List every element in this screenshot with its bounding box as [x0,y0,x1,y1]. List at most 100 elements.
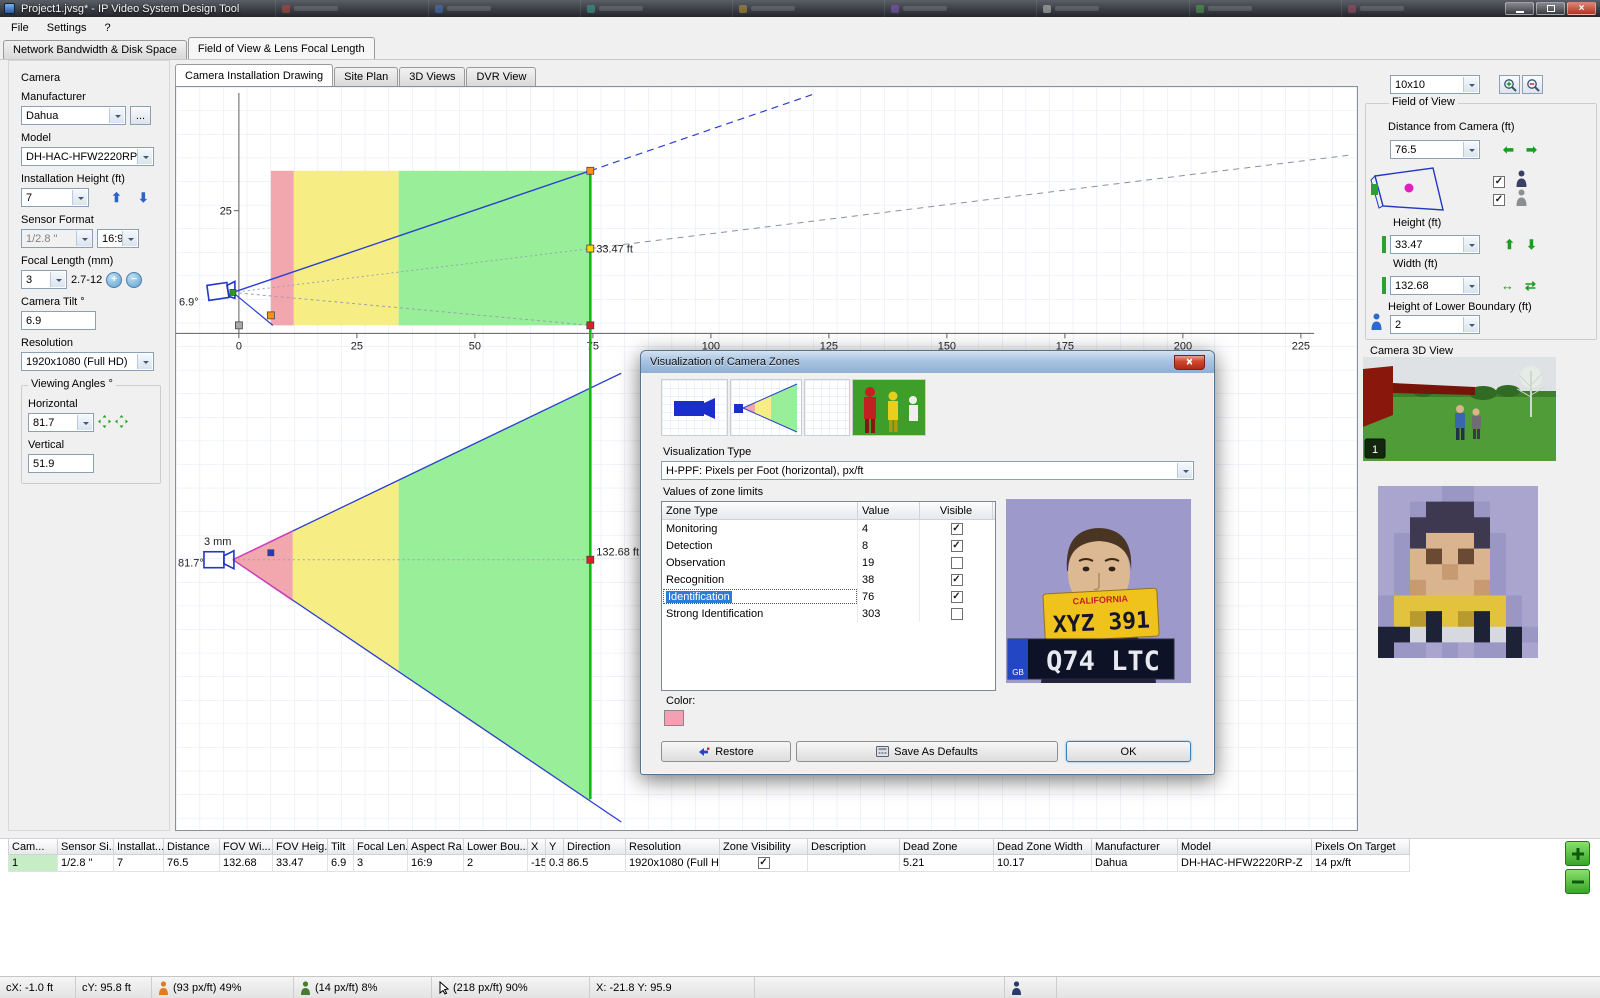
camera-tilt-input[interactable]: 6.9 [21,311,96,330]
drawing-tab[interactable]: 3D Views [399,67,465,86]
column-header[interactable]: Dead Zone [900,838,994,855]
column-value[interactable]: Value [858,502,920,519]
zoom-in-button[interactable] [1499,75,1520,94]
camera-zones-preview[interactable] [730,379,802,436]
resolution-select[interactable]: 1920x1080 (Full HD) [21,352,154,371]
focal-length-select[interactable]: 3 [21,270,67,289]
widen-width-icon[interactable]: ⇄ [1525,279,1536,292]
add-camera-button[interactable] [1565,841,1590,866]
save-as-defaults-button[interactable]: Save As Defaults [796,741,1058,762]
app-tab[interactable]: Field of View & Lens Focal Length [188,37,375,59]
increase-distance-icon[interactable]: ➡ [1526,143,1537,156]
vertical-angle-input[interactable]: 51.9 [28,454,94,473]
column-header[interactable]: Installat... [114,838,164,855]
show-person-2-checkbox[interactable] [1493,194,1505,206]
horizontal-angle-select[interactable]: 81.7 [28,413,94,432]
column-header[interactable]: FOV Wi... [220,838,273,855]
background-window-tab[interactable] [1036,0,1188,17]
zone-row[interactable]: Identification76 [662,588,995,605]
minimize-button[interactable] [1505,2,1534,15]
expand-angles-icon[interactable] [115,415,128,431]
drawing-tab[interactable]: DVR View [466,67,536,86]
zone-row[interactable]: Strong Identification303 [662,605,995,622]
background-window-tab[interactable] [580,0,732,17]
column-header[interactable]: Zone Visibility [720,838,808,855]
sensor-format-select[interactable]: 1/2.8 " [21,229,93,248]
background-window-tab[interactable] [275,0,427,17]
decrease-height-icon[interactable]: ⬇ [1526,238,1537,251]
zone-visible-checkbox[interactable] [951,574,963,586]
row-zone-visibility-checkbox[interactable] [758,857,770,869]
background-window-tab[interactable] [428,0,580,17]
column-header[interactable]: Dead Zone Width [994,838,1092,855]
column-header[interactable]: Focal Len... [354,838,408,855]
zone-row[interactable]: Monitoring4 [662,520,995,537]
raise-camera-icon[interactable]: ⬆ [111,191,122,204]
background-window-tab[interactable] [1189,0,1341,17]
remove-camera-button[interactable] [1565,869,1590,894]
menu-item-settings[interactable]: Settings [38,19,96,37]
drawing-tab[interactable]: Camera Installation Drawing [175,64,333,86]
app-tab[interactable]: Network Bandwidth & Disk Space [3,40,187,59]
empty-grid-preview[interactable] [804,379,850,436]
column-header[interactable]: FOV Heig... [273,838,328,855]
camera-side-preview[interactable] [661,379,728,436]
zone-row[interactable]: Detection8 [662,537,995,554]
zone-visible-checkbox[interactable] [951,608,963,620]
column-header[interactable]: Y [546,838,564,855]
decrease-distance-icon[interactable]: ⬅ [1503,143,1514,156]
maximize-button[interactable] [1536,2,1565,15]
focal-reset-button[interactable]: − [126,272,142,288]
column-zone-type[interactable]: Zone Type [662,502,858,519]
distance-from-camera-select[interactable]: 76.5 [1390,140,1480,159]
dialog-title-bar[interactable]: Visualization of Camera Zones × [641,351,1214,373]
zone-visible-checkbox[interactable] [951,557,963,569]
column-header[interactable]: Resolution [626,838,720,855]
grid-scale-select[interactable]: 10x10 [1390,75,1480,94]
width-select[interactable]: 132.68 [1390,276,1480,295]
column-header[interactable]: Sensor Si... [58,838,114,855]
zone-visible-checkbox[interactable] [951,540,963,552]
bottom-table-row[interactable]: 11/2.8 "776.5132.6833.476.9316:92-150.38… [8,855,1410,872]
people-zones-preview[interactable] [852,379,926,436]
zone-visible-checkbox[interactable] [951,523,963,535]
browse-manufacturer-button[interactable]: ... [130,106,151,125]
lower-camera-icon[interactable]: ⬇ [138,191,149,204]
manufacturer-select[interactable]: Dahua [21,106,126,125]
visualization-type-select[interactable]: H-PPF: Pixels per Foot (horizontal), px/… [661,461,1194,480]
fit-angles-icon[interactable] [98,415,111,431]
dialog-close-button[interactable]: × [1174,355,1205,370]
restore-button[interactable]: Restore [661,741,791,762]
column-header[interactable]: Aspect Ra... [408,838,464,855]
column-header[interactable]: Direction [564,838,626,855]
show-person-1-checkbox[interactable] [1493,176,1505,188]
column-header[interactable]: Manufacturer [1092,838,1178,855]
column-visible[interactable]: Visible [920,502,993,519]
model-select[interactable]: DH-HAC-HFW2220RP- [21,147,154,166]
column-header[interactable]: Model [1178,838,1312,855]
zone-visible-checkbox[interactable] [951,591,963,603]
ok-button[interactable]: OK [1066,741,1191,762]
background-window-tab[interactable] [884,0,1036,17]
column-header[interactable]: Tilt [328,838,354,855]
narrow-width-icon[interactable]: ↔ [1501,279,1514,292]
column-header[interactable]: Cam... [8,838,58,855]
column-header[interactable]: Pixels On Target [1312,838,1410,855]
column-header[interactable]: X [528,838,546,855]
camera-3d-view-image[interactable]: 1 [1363,357,1556,461]
column-header[interactable]: Distance [164,838,220,855]
zone-row[interactable]: Observation19 [662,554,995,571]
menu-item-file[interactable]: File [2,19,38,37]
aspect-ratio-select[interactable]: 16:9 [97,229,139,248]
zoom-out-button[interactable] [1522,75,1543,94]
close-button[interactable]: × [1567,2,1596,15]
installation-height-select[interactable]: 7 [21,188,89,207]
menu-item-help[interactable]: ? [95,19,119,37]
column-header[interactable]: Description [808,838,900,855]
focal-calc-button[interactable]: + [106,272,122,288]
zone-row[interactable]: Recognition38 [662,571,995,588]
column-header[interactable]: Lower Bou... [464,838,528,855]
height-select[interactable]: 33.47 [1390,235,1480,254]
drawing-tab[interactable]: Site Plan [334,67,398,86]
lower-boundary-select[interactable]: 2 [1390,315,1480,334]
